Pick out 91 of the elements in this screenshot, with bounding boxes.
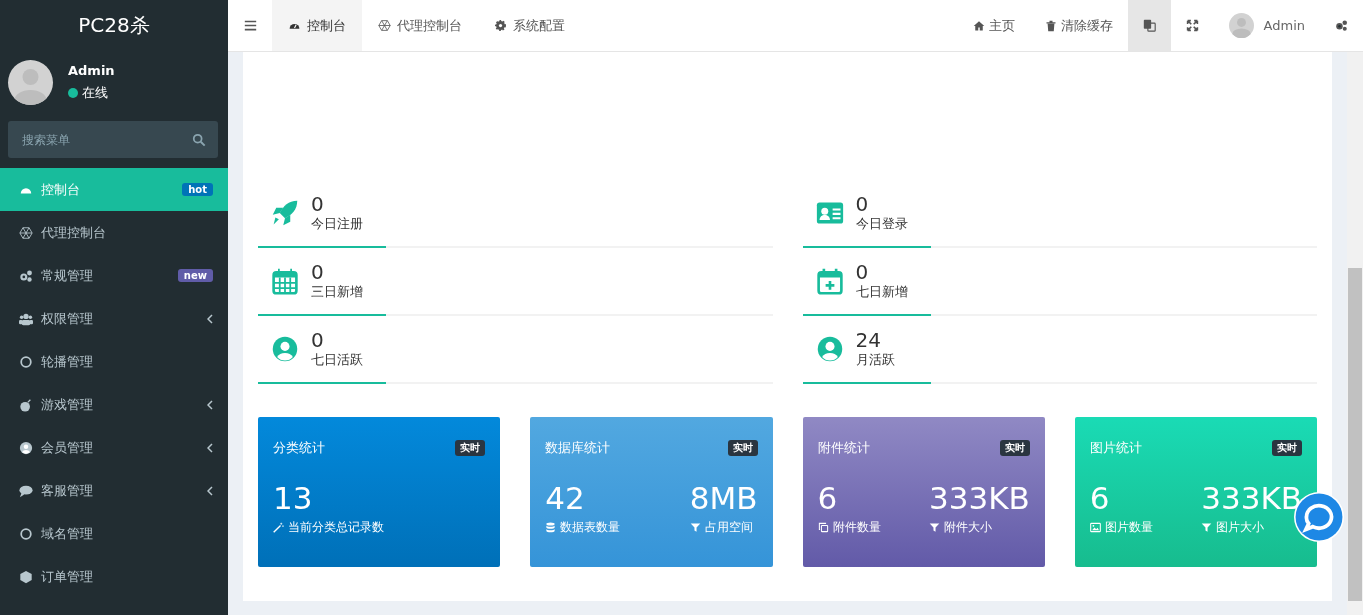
hexagon-icon bbox=[19, 225, 33, 240]
hexagon-icon bbox=[378, 19, 391, 32]
card-title: 分类统计 bbox=[273, 439, 325, 457]
metric-label: 当前分类总记录数 bbox=[288, 519, 384, 536]
menu-icon bbox=[243, 19, 257, 32]
user-menu[interactable]: Admin bbox=[1263, 18, 1305, 33]
filter-icon bbox=[689, 522, 701, 533]
menu-item[interactable]: 控制台 hot bbox=[0, 168, 228, 211]
user-status: 在线 bbox=[82, 84, 108, 102]
menu-badge: hot bbox=[182, 183, 213, 196]
image-icon bbox=[1089, 522, 1101, 533]
menu-badge: new bbox=[177, 269, 213, 282]
menu-item[interactable]: 权限管理 bbox=[0, 297, 228, 340]
cube-icon bbox=[19, 569, 33, 584]
metric-label: 图片数量 bbox=[1104, 519, 1153, 536]
nav-tab[interactable]: 系统配置 bbox=[478, 0, 581, 51]
circle-icon bbox=[19, 354, 33, 369]
scrollbar[interactable] bbox=[1347, 52, 1363, 615]
card-title: 附件统计 bbox=[817, 439, 870, 457]
live-badge: 实时 bbox=[727, 440, 758, 456]
stat-value: 0 bbox=[311, 193, 325, 215]
search-icon bbox=[192, 133, 206, 147]
user-circle-icon bbox=[271, 335, 299, 363]
metric-value: 8MB bbox=[689, 479, 758, 517]
metric-label: 数据表数量 bbox=[560, 519, 621, 536]
translate-button[interactable] bbox=[1127, 0, 1171, 51]
live-badge: 实时 bbox=[1272, 440, 1302, 456]
metric-label: 图片大小 bbox=[1216, 519, 1265, 536]
user-name: Admin bbox=[68, 63, 115, 78]
metric-label: 占用空间 bbox=[704, 519, 753, 536]
nav-tab[interactable]: 控制台 bbox=[272, 0, 362, 51]
search-field[interactable]: 搜索菜单 bbox=[8, 121, 218, 158]
stat-value: 24 bbox=[855, 329, 882, 351]
gears-icon bbox=[19, 268, 33, 283]
menu-item[interactable]: 代理控制台 bbox=[0, 211, 228, 254]
gears-icon bbox=[1335, 19, 1348, 32]
stat-value: 0 bbox=[311, 329, 325, 351]
stat-label: 七日活跃 bbox=[311, 351, 363, 369]
card-title: 数据库统计 bbox=[545, 439, 611, 457]
magic-wand-icon bbox=[273, 522, 284, 533]
metric-value: 42 bbox=[545, 479, 586, 517]
users-icon bbox=[19, 311, 33, 326]
stat-label: 三日新增 bbox=[311, 283, 363, 301]
live-badge: 实时 bbox=[455, 440, 486, 456]
avatar bbox=[1228, 13, 1254, 38]
filter-icon bbox=[1201, 522, 1213, 533]
metric-value: 333KB bbox=[1201, 479, 1302, 517]
user-circle-icon bbox=[815, 335, 844, 363]
nav-link[interactable]: 清除缓存 bbox=[1029, 0, 1128, 51]
brand-title: PC28杀 bbox=[77, 11, 151, 39]
translate-icon bbox=[1142, 19, 1156, 32]
menu-item[interactable]: 订单管理 bbox=[0, 555, 228, 598]
calendar-plus-icon bbox=[815, 267, 844, 295]
menu-item[interactable]: 轮播管理 bbox=[0, 340, 228, 383]
status-dot bbox=[68, 88, 78, 98]
calendar-icon bbox=[271, 267, 299, 295]
stat-label: 今日登录 bbox=[855, 215, 908, 233]
filter-icon bbox=[929, 522, 940, 533]
metric-value: 6 bbox=[1089, 479, 1111, 517]
nav-link[interactable]: 主页 bbox=[957, 0, 1030, 51]
nav-tab[interactable]: 代理控制台 bbox=[362, 0, 478, 51]
metric-label: 附件数量 bbox=[832, 519, 881, 536]
menu-item[interactable]: 客服管理 bbox=[0, 469, 228, 512]
speech-bubble-icon bbox=[19, 483, 33, 498]
metric-label: 附件大小 bbox=[944, 519, 992, 536]
trash-icon bbox=[1044, 19, 1057, 32]
card-title: 图片统计 bbox=[1089, 439, 1142, 457]
home-icon bbox=[972, 19, 985, 32]
avatar bbox=[8, 60, 53, 105]
metric-value: 333KB bbox=[929, 479, 1030, 517]
gear-icon bbox=[494, 19, 507, 32]
stat-label: 今日注册 bbox=[311, 215, 363, 233]
metric-value: 13 bbox=[273, 479, 314, 517]
menu-item[interactable]: 游戏管理 bbox=[0, 383, 228, 426]
stat-value: 0 bbox=[855, 193, 870, 215]
user-circle-icon bbox=[19, 440, 33, 455]
stat-label: 七日新增 bbox=[855, 283, 908, 301]
stat-label: 月活跃 bbox=[855, 351, 895, 369]
menu-item[interactable]: 常规管理 new bbox=[0, 254, 228, 297]
metric-value: 6 bbox=[817, 479, 839, 517]
database-icon bbox=[545, 522, 557, 533]
menu-item[interactable]: 域名管理 bbox=[0, 512, 228, 555]
stat-value: 0 bbox=[311, 261, 325, 283]
menu-item[interactable]: 会员管理 bbox=[0, 426, 228, 469]
copy-icon bbox=[817, 522, 829, 533]
stat-value: 0 bbox=[855, 261, 870, 283]
expand-icon bbox=[1185, 19, 1199, 32]
rocket-icon bbox=[271, 199, 299, 227]
bomb-icon bbox=[19, 397, 33, 412]
circle-icon bbox=[19, 526, 33, 541]
live-badge: 实时 bbox=[999, 440, 1030, 456]
